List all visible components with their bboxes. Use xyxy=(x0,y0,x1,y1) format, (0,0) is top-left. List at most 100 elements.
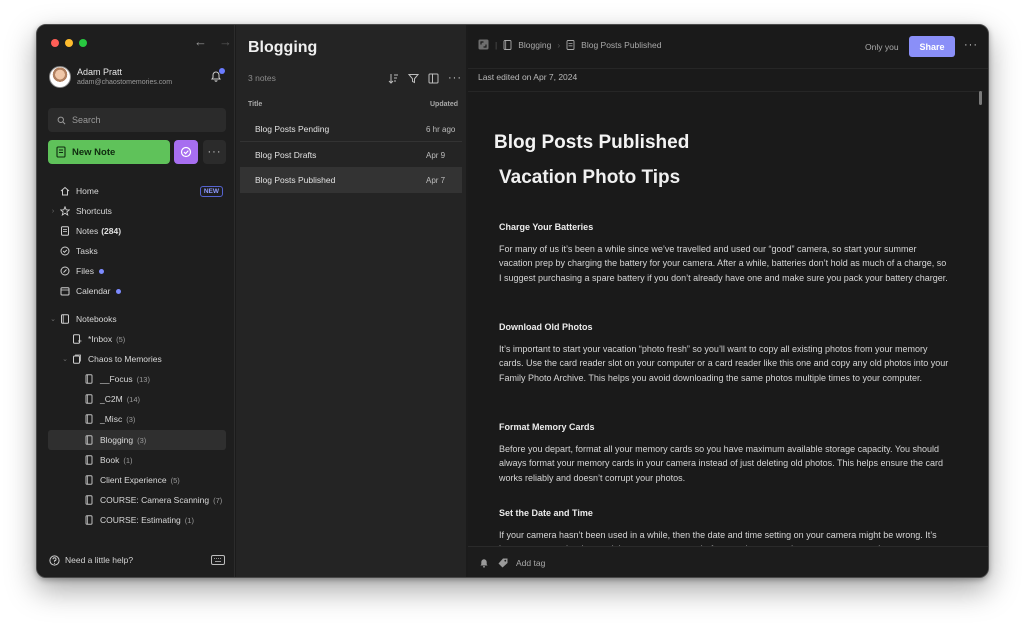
note-updated: 6 hr ago xyxy=(426,124,456,134)
avatar xyxy=(49,66,71,88)
notebook-count: (5) xyxy=(170,475,180,485)
sort-icon[interactable] xyxy=(388,73,399,84)
help-link[interactable]: Need a little help? xyxy=(49,552,225,568)
minimize-window-button[interactable] xyxy=(65,39,73,47)
home-icon xyxy=(58,185,72,197)
notebook-book[interactable]: Book (1) xyxy=(48,451,226,469)
notebook-label: Blogging xyxy=(100,435,134,445)
note-heading: Vacation Photo Tips xyxy=(499,167,681,188)
window-controls xyxy=(51,39,87,47)
more-options-button[interactable]: ··· xyxy=(203,140,226,164)
section-heading: Format Memory Cards xyxy=(499,422,595,432)
notebook-label: COURSE: Camera Scanning xyxy=(100,495,210,505)
notebook-label: __Focus xyxy=(100,374,133,384)
sidebar: ← → Adam Pratt adam@chaostomemories.com … xyxy=(37,25,235,577)
user-account[interactable]: Adam Pratt adam@chaostomemories.com xyxy=(49,65,227,93)
editor-scrollbar[interactable] xyxy=(979,91,982,105)
sidebar-item-label: Home xyxy=(76,186,99,196)
notebook-count: (1) xyxy=(184,515,194,525)
notebook-icon xyxy=(82,514,96,526)
sidebar-item-notebooks[interactable]: ⌄ Notebooks xyxy=(48,310,226,328)
notebook-count: (1) xyxy=(123,455,133,465)
breadcrumb-notebook[interactable]: Blogging xyxy=(518,40,551,50)
reminder-bell-icon[interactable] xyxy=(478,557,490,569)
stack-icon xyxy=(70,353,84,365)
sidebar-item-label: Notes xyxy=(76,226,99,236)
calendar-icon xyxy=(58,285,72,297)
keyboard-icon[interactable] xyxy=(211,555,225,565)
sidebar-item-notes[interactable]: Notes (284) xyxy=(48,222,226,240)
notebook-icon xyxy=(82,373,96,385)
chevron-down-icon[interactable]: ⌄ xyxy=(48,315,58,323)
note-title-heading[interactable]: Blog Posts Published xyxy=(494,132,689,154)
forward-arrow-icon[interactable]: → xyxy=(219,34,232,49)
zoom-window-button[interactable] xyxy=(79,39,87,47)
search-icon xyxy=(57,116,66,124)
chevron-right-icon[interactable]: › xyxy=(48,208,58,215)
note-title: Blog Posts Published xyxy=(255,175,336,185)
tag-icon[interactable] xyxy=(497,557,509,569)
note-row-selected[interactable]: Blog Posts Published Apr 7 xyxy=(240,168,462,193)
notification-dot xyxy=(219,68,225,74)
notes-count: (284) xyxy=(101,226,122,236)
note-section: Set the Date and Time If your camera has… xyxy=(499,508,949,546)
notebook-blogging[interactable]: Blogging (3) xyxy=(48,430,226,450)
close-window-button[interactable] xyxy=(51,39,59,47)
view-layout-icon[interactable] xyxy=(428,73,439,84)
column-updated-header[interactable]: Updated xyxy=(430,101,458,108)
note-editor: | Blogging › Blog Posts Published Only y… xyxy=(468,25,988,577)
notebook-focus[interactable]: __Focus (13) xyxy=(48,370,226,388)
notebook-inbox[interactable]: *Inbox (5) xyxy=(48,330,226,348)
add-tag-input[interactable]: Add tag xyxy=(516,558,545,568)
note-updated: Apr 7 xyxy=(426,175,446,185)
expand-note-icon[interactable] xyxy=(478,39,489,50)
note-more-options-button[interactable]: ··· xyxy=(964,39,978,51)
note-list-toolbar: ··· xyxy=(388,72,462,84)
sidebar-item-tasks[interactable]: Tasks xyxy=(48,242,226,260)
note-title: Blog Posts Pending xyxy=(255,124,330,134)
notebook-title: Blogging xyxy=(248,39,318,56)
share-button[interactable]: Share xyxy=(909,36,955,57)
section-body: Before you depart, format all your memor… xyxy=(499,444,944,483)
sidebar-item-files[interactable]: Files xyxy=(48,262,226,280)
history-nav: ← → xyxy=(194,34,232,49)
notebook-client-experience[interactable]: Client Experience (5) xyxy=(48,471,226,489)
notebook-c2m[interactable]: _C2M (14) xyxy=(48,390,226,408)
paperclip-icon xyxy=(58,265,72,277)
more-options-icon[interactable]: ··· xyxy=(448,72,462,84)
notebook-course-camera-scanning[interactable]: COURSE: Camera Scanning (7) xyxy=(48,491,226,509)
section-heading: Charge Your Batteries xyxy=(499,222,594,232)
new-note-button[interactable]: New Note xyxy=(48,140,170,164)
back-arrow-icon[interactable]: ← xyxy=(194,34,207,49)
note-count: 3 notes xyxy=(248,73,276,83)
sidebar-item-calendar[interactable]: Calendar xyxy=(48,282,226,300)
column-title-header[interactable]: Title xyxy=(248,101,262,108)
notebook-label: COURSE: Estimating xyxy=(100,515,181,525)
notebook-misc[interactable]: _Misc (3) xyxy=(48,410,226,428)
notebook-icon xyxy=(503,39,512,50)
notebook-label: Book xyxy=(100,455,120,465)
note-section: Charge Your Batteries For many of us it’… xyxy=(499,222,949,285)
note-body[interactable]: Blog Posts Published Vacation Photo Tips… xyxy=(468,91,983,546)
notebook-count: (3) xyxy=(137,435,147,445)
new-task-button[interactable] xyxy=(174,140,198,164)
notebook-count: (7) xyxy=(213,495,223,505)
breadcrumb-note[interactable]: Blog Posts Published xyxy=(581,40,661,50)
new-note-icon xyxy=(56,146,66,158)
notebook-icon xyxy=(82,393,96,405)
filter-icon[interactable] xyxy=(408,73,419,84)
new-badge: NEW xyxy=(199,185,223,197)
note-row[interactable]: Blog Post Drafts Apr 9 xyxy=(240,143,462,168)
note-row[interactable]: Blog Posts Pending 6 hr ago xyxy=(240,117,462,142)
notebook-label: _Misc xyxy=(100,414,123,424)
search-input[interactable]: Search xyxy=(48,108,226,132)
sidebar-item-home[interactable]: Home NEW xyxy=(48,182,226,200)
notebook-course-estimating[interactable]: COURSE: Estimating (1) xyxy=(48,511,226,529)
sidebar-item-shortcuts[interactable]: › Shortcuts xyxy=(48,202,226,220)
chevron-down-icon[interactable]: ⌄ xyxy=(60,355,70,363)
editor-header: | Blogging › Blog Posts Published Only y… xyxy=(468,25,988,82)
sidebar-item-label: Notebooks xyxy=(76,314,117,324)
app-window: ← → Adam Pratt adam@chaostomemories.com … xyxy=(36,24,989,578)
section-heading: Download Old Photos xyxy=(499,322,593,332)
stack-chaos-to-memories[interactable]: ⌄ Chaos to Memories xyxy=(48,350,226,368)
